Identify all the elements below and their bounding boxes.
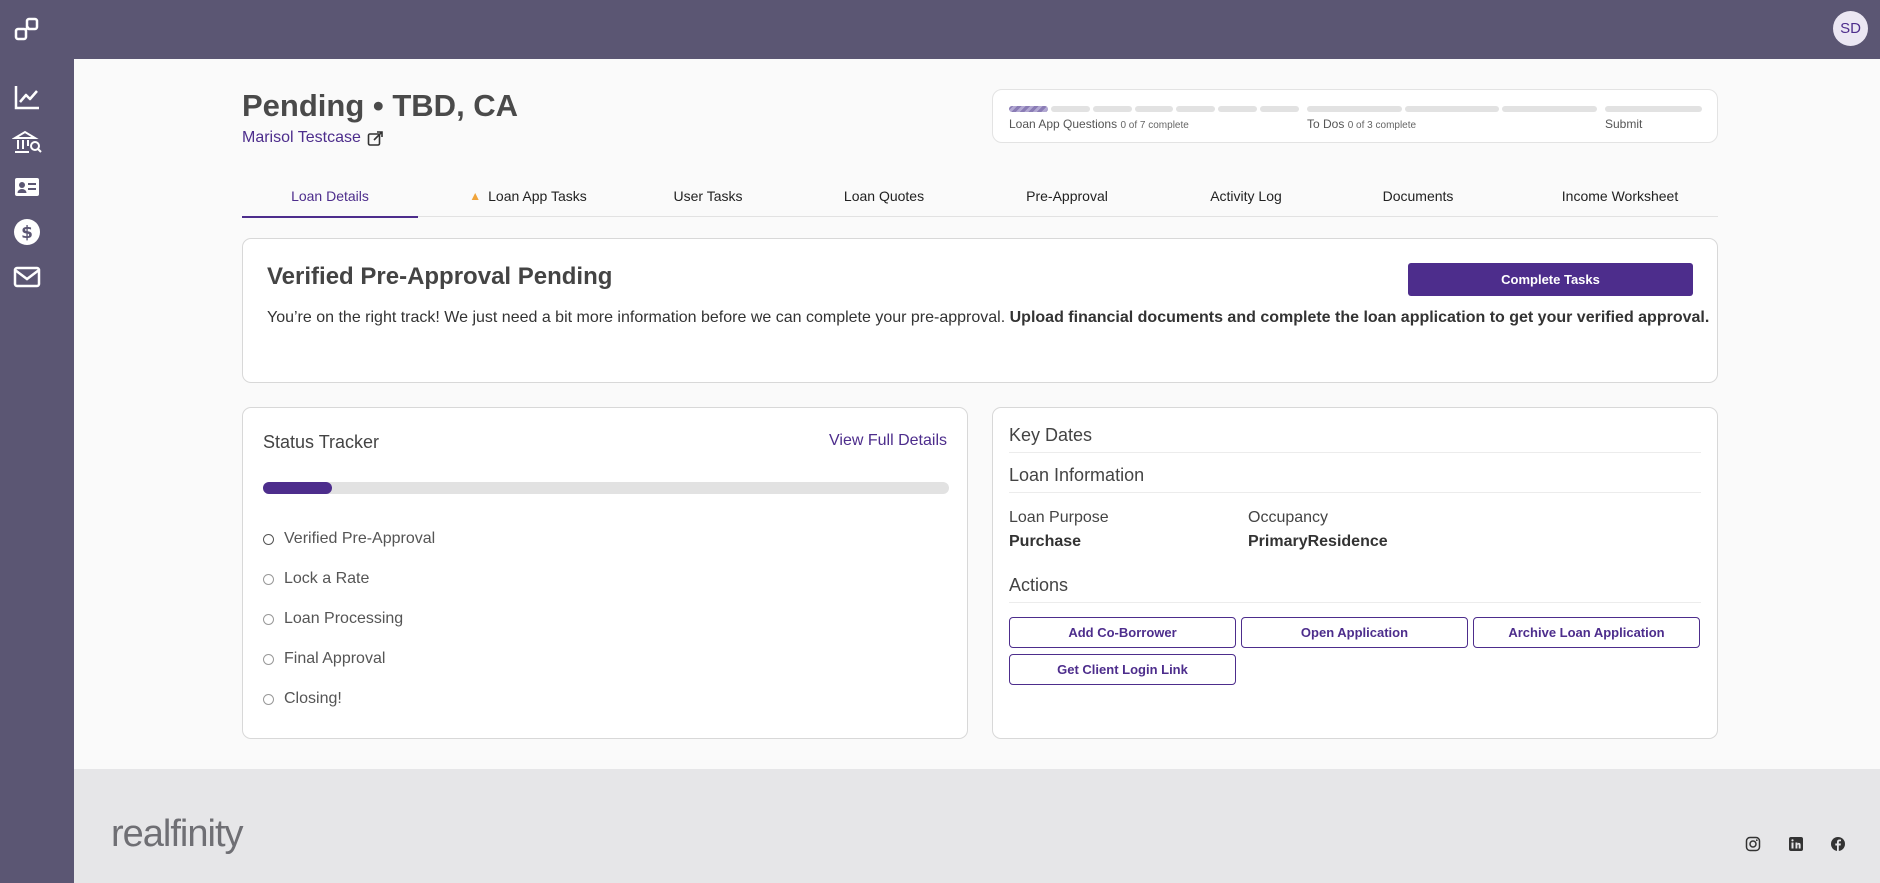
progress-segment — [1502, 106, 1598, 112]
progress-sub: 0 of 3 complete — [1347, 120, 1417, 131]
progress-segment — [1134, 106, 1174, 112]
progress-label: Loan App Questions — [1009, 117, 1118, 131]
app-logo-icon[interactable] — [11, 14, 43, 46]
linkedin-icon[interactable] — [1787, 835, 1805, 853]
status-tracker-card: Status Tracker View Full Details Verifie… — [242, 407, 968, 739]
top-bar: SD — [0, 0, 1880, 59]
progress-segments — [1009, 106, 1300, 112]
status-step: Closing! — [263, 679, 435, 719]
warning-icon: ▲ — [469, 189, 482, 203]
status-steps: Verified Pre-Approval Lock a Rate Loan P… — [263, 519, 435, 719]
status-step: Loan Processing — [263, 599, 435, 639]
add-co-borrower-button[interactable]: Add Co-Borrower — [1009, 617, 1236, 648]
pre-approval-banner: Verified Pre-Approval Pending Complete T… — [242, 238, 1718, 383]
borrower-link[interactable]: Marisol Testcase — [242, 129, 384, 147]
realfinity-logo: realfinity — [111, 813, 243, 855]
progress-segment — [1092, 106, 1132, 112]
step-label: Lock a Rate — [284, 570, 370, 587]
progress-segment — [1050, 106, 1090, 112]
tab-pre-approval[interactable]: Pre-Approval — [1022, 176, 1112, 216]
bank-search-icon[interactable] — [11, 126, 43, 158]
dollar-icon[interactable]: $ — [11, 216, 43, 248]
progress-segments — [1605, 106, 1702, 112]
progress-group-loan-app: Loan App Questions 0 of 7 complete — [1009, 106, 1300, 131]
tab-loan-quotes[interactable]: Loan Quotes — [840, 176, 928, 216]
instagram-icon[interactable] — [1744, 835, 1762, 853]
external-link-icon — [367, 130, 383, 146]
status-step: Verified Pre-Approval — [263, 519, 435, 559]
progress-group-todos: To Dos 0 of 3 complete — [1307, 106, 1598, 131]
banner-title: Verified Pre-Approval Pending — [267, 263, 613, 290]
loan-purpose-value: Purchase — [1009, 533, 1082, 550]
borrower-name: Marisol Testcase — [242, 129, 361, 146]
progress-segment — [1307, 106, 1402, 112]
step-label: Loan Processing — [284, 610, 404, 627]
progress-segment — [1218, 106, 1258, 112]
tab-loan-app-tasks[interactable]: ▲ Loan App Tasks — [454, 176, 602, 216]
tab-activity-log[interactable]: Activity Log — [1204, 176, 1288, 216]
application-progress: Loan App Questions 0 of 7 complete To Do… — [992, 89, 1718, 143]
open-application-button[interactable]: Open Application — [1241, 617, 1468, 648]
progress-segment — [1009, 106, 1048, 112]
tab-label: Loan App Tasks — [488, 188, 587, 204]
progress-segments — [1307, 106, 1598, 112]
progress-label: To Dos — [1307, 117, 1345, 131]
key-dates-card: Key Dates Loan Information Loan Purpose … — [992, 407, 1718, 739]
occupancy-label: Occupancy — [1248, 509, 1329, 526]
tab-documents[interactable]: Documents — [1378, 176, 1458, 216]
banner-message: You’re on the right track! We just need … — [267, 309, 1709, 327]
loan-information-heading: Loan Information — [1009, 465, 1701, 493]
step-label: Final Approval — [284, 650, 386, 667]
progress-segment — [1404, 106, 1500, 112]
complete-tasks-button[interactable]: Complete Tasks — [1408, 263, 1693, 296]
progress-segment — [1605, 106, 1702, 112]
step-label: Closing! — [284, 690, 342, 707]
key-dates-heading: Key Dates — [1009, 425, 1701, 453]
contact-card-icon[interactable] — [11, 171, 43, 203]
tab-user-tasks[interactable]: User Tasks — [670, 176, 746, 216]
footer: realfinity — [74, 769, 1880, 883]
progress-segment — [1260, 106, 1300, 112]
mail-icon[interactable] — [11, 261, 43, 293]
svg-text:$: $ — [21, 223, 33, 243]
get-client-login-link-button[interactable]: Get Client Login Link — [1009, 654, 1236, 685]
progress-sub: 0 of 7 complete — [1120, 120, 1189, 131]
chart-line-icon[interactable] — [11, 81, 43, 113]
page-title: Pending • TBD, CA — [242, 88, 519, 123]
loan-purpose-label: Loan Purpose — [1009, 509, 1109, 526]
banner-text-bold: Upload financial documents and complete … — [1009, 309, 1710, 326]
status-progress-fill — [263, 482, 332, 494]
archive-loan-application-button[interactable]: Archive Loan Application — [1473, 617, 1700, 648]
status-tracker-title: Status Tracker — [263, 432, 380, 452]
user-avatar[interactable]: SD — [1833, 11, 1868, 46]
step-circle-icon — [263, 533, 274, 545]
tab-income-worksheet[interactable]: Income Worksheet — [1548, 176, 1692, 216]
step-circle-icon — [263, 573, 274, 585]
actions-heading: Actions — [1009, 575, 1701, 603]
progress-segment — [1176, 106, 1216, 112]
banner-text: You’re on the right track! We just need … — [267, 309, 1006, 326]
step-circle-icon — [263, 613, 274, 625]
progress-group-submit: Submit — [1605, 106, 1702, 131]
occupancy-value: PrimaryResidence — [1248, 533, 1388, 550]
step-circle-icon — [263, 693, 274, 705]
tab-bar: Loan Details ▲ Loan App Tasks User Tasks… — [242, 176, 1718, 218]
step-circle-icon — [263, 653, 274, 665]
progress-label: Submit — [1605, 117, 1643, 131]
view-full-details-link[interactable]: View Full Details — [829, 432, 947, 450]
step-label: Verified Pre-Approval — [284, 530, 436, 547]
status-step: Final Approval — [263, 639, 435, 679]
status-step: Lock a Rate — [263, 559, 435, 599]
sidebar: $ — [0, 0, 74, 883]
status-progress-bar — [263, 482, 949, 494]
tab-loan-details[interactable]: Loan Details — [242, 176, 418, 218]
facebook-icon[interactable] — [1829, 835, 1847, 853]
